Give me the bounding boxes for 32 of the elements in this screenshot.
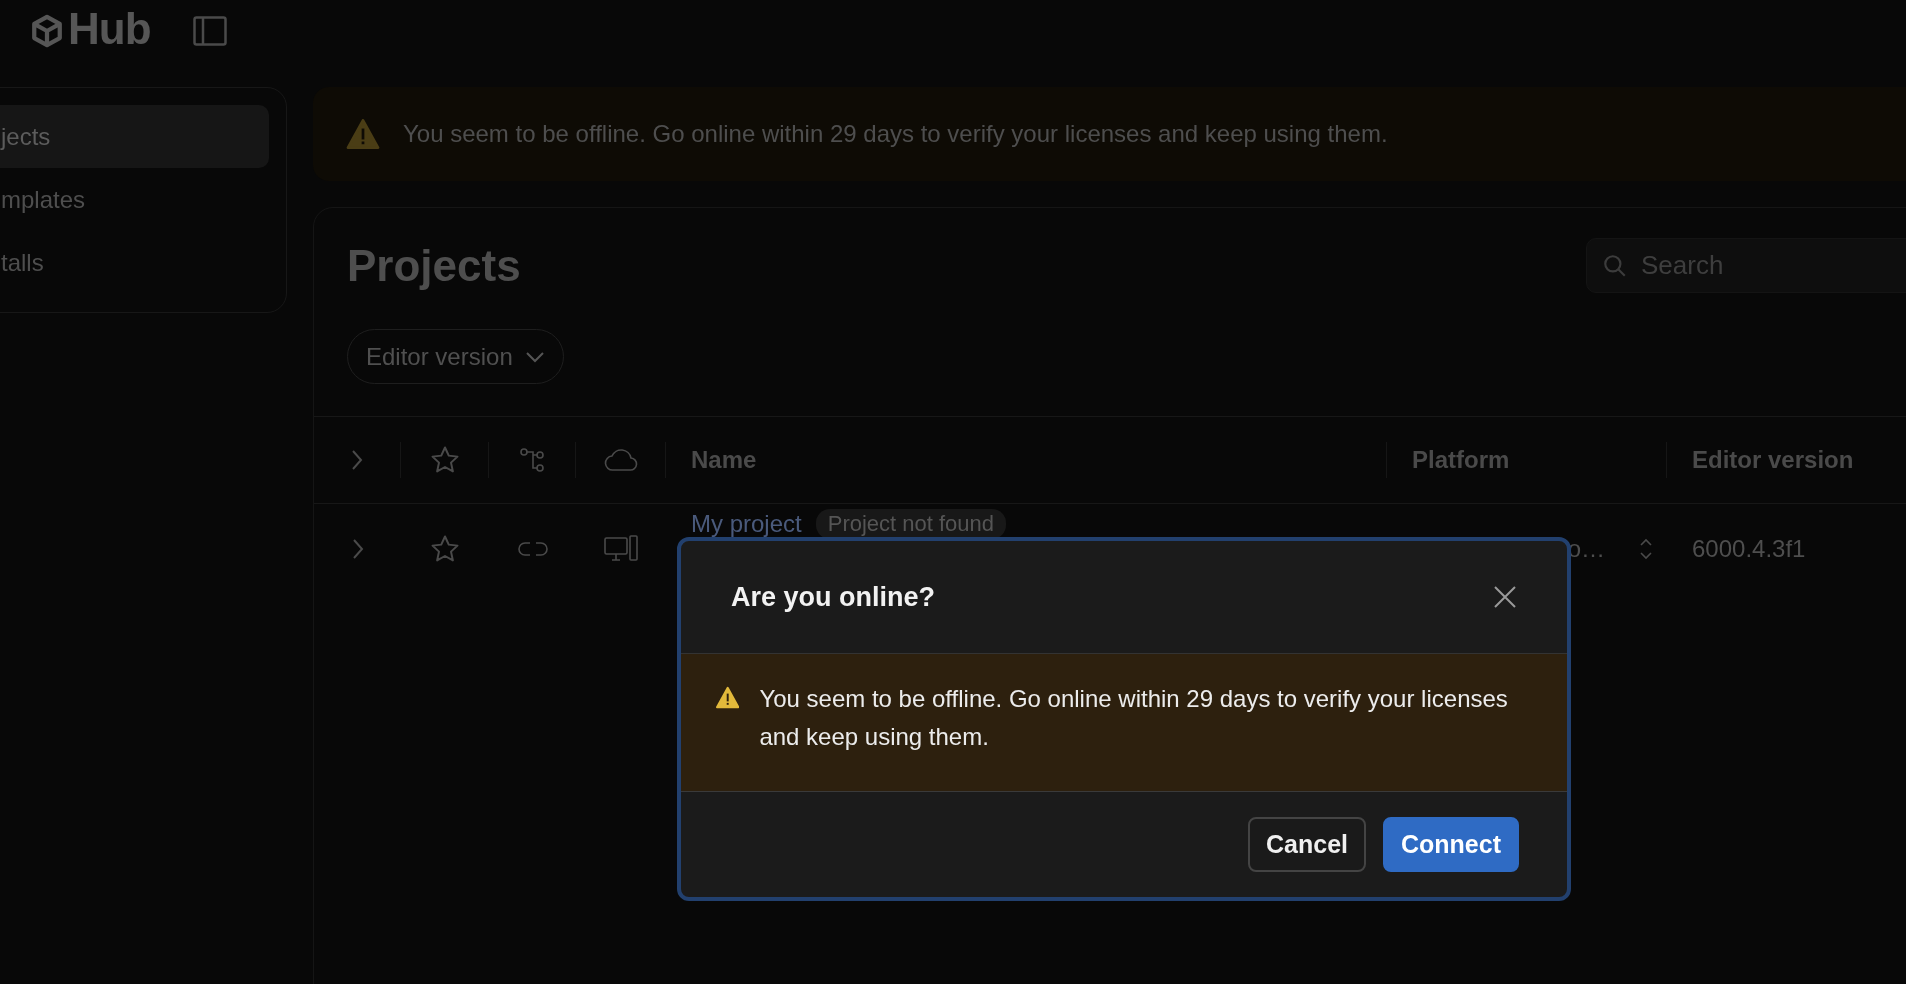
desktop-icon	[604, 535, 638, 563]
chevron-right-icon[interactable]	[351, 538, 364, 560]
chevron-down-icon	[524, 350, 545, 363]
cloud-icon[interactable]	[603, 448, 638, 472]
project-name[interactable]: My project	[691, 510, 802, 538]
sidebar-item[interactable]: mplates	[0, 168, 269, 231]
sidebar-item[interactable]: jects	[0, 105, 269, 168]
dialog-message: You seem to be offline. Go online within 29 days to verify your licenses and keep using them.	[759, 684, 1509, 752]
column-header[interactable]: Name	[691, 446, 757, 474]
app-title: Hub	[68, 4, 151, 54]
column-header[interactable]: Platform	[1412, 446, 1510, 474]
search-icon	[1602, 253, 1628, 279]
warning-icon	[716, 684, 740, 711]
warning-icon	[346, 119, 380, 149]
sort-caret-icon[interactable]	[1639, 537, 1653, 561]
dialog-title: Are you online?	[731, 581, 936, 613]
connect-button[interactable]: Connect	[1383, 817, 1519, 872]
link-icon	[517, 541, 548, 557]
cancel-button[interactable]: Cancel	[1248, 817, 1366, 872]
close-icon[interactable]	[1493, 585, 1517, 609]
banner-message: You seem to be offline. Go online within 29 days to verify your licenses and keep using them.	[403, 120, 1388, 148]
page-title: Projects	[347, 240, 521, 291]
star-icon[interactable]	[429, 445, 460, 475]
status-badge: Project not found	[815, 509, 1007, 539]
chevron-right-icon[interactable]	[351, 449, 363, 471]
sidebar-toggle-icon[interactable]	[192, 16, 227, 46]
branch-icon[interactable]	[519, 447, 545, 473]
sidebar-item[interactable]: talls	[0, 231, 269, 294]
cube-logo-icon	[30, 14, 64, 48]
star-icon[interactable]	[430, 534, 460, 564]
column-header[interactable]: Editor version	[1692, 446, 1854, 474]
editor-version: 6000.4.3f1	[1692, 535, 1806, 563]
